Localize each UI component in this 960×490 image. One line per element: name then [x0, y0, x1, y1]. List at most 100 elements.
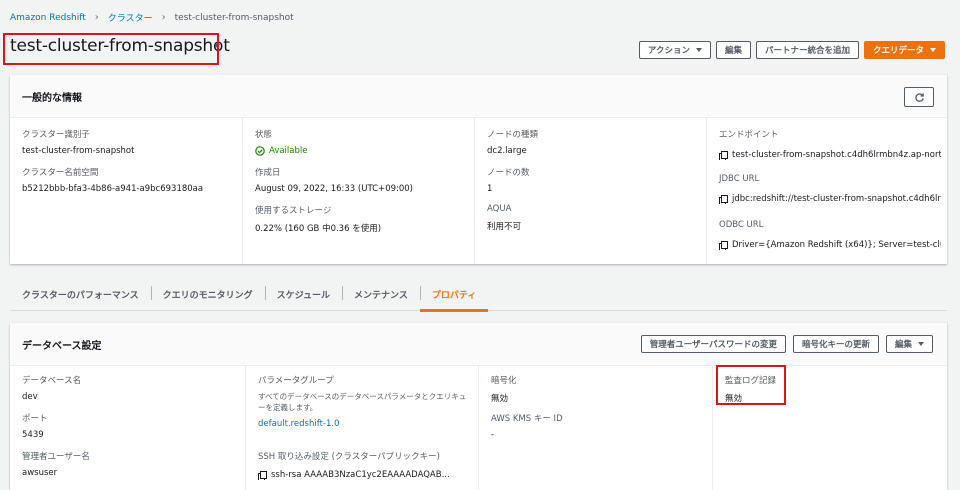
cluster-id-field: クラスター識別子 test-cluster-from-snapshot — [22, 128, 134, 156]
namespace-label: クラスター名前空間 — [22, 168, 99, 178]
database-settings-title: データベース設定 — [22, 340, 102, 352]
node-count-label: ノードの数 — [487, 168, 530, 178]
encryption-value: 無効 — [491, 394, 509, 404]
admin-user-value: awsuser — [22, 468, 58, 478]
ssh-value: ssh-rsa AAAAB3NzaC1yc2EAAAADAQAB... — [271, 470, 450, 480]
namespace-value: b5212bbb-bfa3-4b86-a941-a9bc693180aa — [22, 184, 204, 194]
namespace-field: クラスター名前空間 b5212bbb-bfa3-4b86-a941-a9bc69… — [22, 166, 203, 194]
change-admin-password-button[interactable]: 管理者ユーザーパスワードの変更 — [640, 335, 786, 353]
node-type-label: ノードの種類 — [487, 130, 539, 140]
general-col-2: 状態 Available 作成日 August 09, 2022, 16:33 … — [242, 118, 474, 264]
ssh-ingestion-field: SSH 取り込み設定 (クラスターパブリックキー) ssh-rsa AAAAB3… — [258, 450, 450, 480]
query-data-button[interactable]: クエリデータ — [863, 41, 945, 59]
db-edit-dropdown-button[interactable]: 編集 — [885, 335, 933, 353]
copy-icon[interactable] — [258, 471, 267, 480]
cluster-id-value: test-cluster-from-snapshot — [22, 146, 135, 156]
parameter-group-field: パラメータグループ すべてのデータベースのデータベースパラメータとクエリキューを… — [258, 374, 473, 429]
status-label: 状態 — [255, 130, 273, 140]
status-text: Available — [269, 146, 308, 156]
endpoint-label: エンドポイント — [719, 130, 779, 140]
encryption-field: 暗号化 無効 — [491, 374, 517, 404]
node-type-value: dc2.large — [487, 146, 527, 156]
partner-label: パートナー統合を追加 — [764, 46, 850, 56]
odbc-row: Driver={Amazon Redshift (x64)}; Server=t… — [719, 240, 941, 250]
db-edit-label: 編集 — [894, 340, 912, 350]
database-actions: 管理者ユーザーパスワードの変更 暗号化キーの更新 編集 — [640, 335, 933, 353]
audit-highlight-box — [716, 365, 786, 405]
odbc-field: ODBC URL Driver={Amazon Redshift (x64)};… — [719, 220, 941, 250]
created-value: August 09, 2022, 16:33 (UTC+09:00) — [255, 184, 414, 194]
add-partner-integration-button[interactable]: パートナー統合を追加 — [755, 41, 859, 59]
breadcrumb-current: test-cluster-from-snapshot — [174, 12, 294, 23]
odbc-value: Driver={Amazon Redshift (x64)}; Server=t… — [732, 240, 941, 250]
edit-button[interactable]: 編集 — [715, 41, 751, 59]
ssh-row: ssh-rsa AAAAB3NzaC1yc2EAAAADAQAB... — [258, 470, 450, 480]
change-password-label: 管理者ユーザーパスワードの変更 — [649, 340, 777, 350]
edit-label: 編集 — [724, 46, 742, 56]
tab-properties[interactable]: プロパティ — [419, 282, 489, 312]
kms-key-value: - — [491, 430, 495, 440]
title-highlight-box — [3, 33, 219, 65]
db-name-label: データベース名 — [22, 376, 82, 386]
endpoint-value: test-cluster-from-snapshot.c4dh6lrmbn4z.… — [732, 150, 941, 160]
created-field: 作成日 August 09, 2022, 16:33 (UTC+09:00) — [255, 166, 413, 194]
encryption-label: 暗号化 — [491, 376, 517, 386]
general-col-3: ノードの種類 dc2.large ノードの数 1 AQUA 利用不可 — [474, 118, 706, 264]
copy-icon[interactable] — [719, 195, 728, 204]
refresh-button[interactable] — [904, 87, 934, 107]
db-col-3: 暗号化 無効 AWS KMS キー ID - — [478, 366, 712, 490]
node-count-value: 1 — [487, 184, 493, 194]
db-col-1: データベース名 dev ポート 5439 管理者ユーザー名 awsuser — [10, 366, 245, 490]
actions-dropdown-button[interactable]: アクション — [638, 41, 711, 59]
jdbc-label: JDBC URL — [719, 174, 760, 184]
storage-field: 使用するストレージ 0.22% (160 GB 中0.36 を使用) — [255, 204, 381, 234]
tab-query-monitoring[interactable]: クエリのモニタリング — [150, 282, 265, 310]
storage-label: 使用するストレージ — [255, 206, 332, 216]
created-label: 作成日 — [255, 168, 281, 178]
admin-user-field: 管理者ユーザー名 awsuser — [22, 450, 90, 478]
caret-down-icon — [695, 48, 702, 52]
general-info-panel: 一般的な情報 クラスター識別子 test-cluster-from-snapsh… — [10, 75, 947, 264]
caret-down-icon — [918, 342, 924, 346]
kms-key-label: AWS KMS キー ID — [491, 414, 563, 424]
port-field: ポート 5439 — [22, 412, 48, 440]
breadcrumb-clusters-link[interactable]: クラスター — [108, 11, 153, 24]
endpoint-row: test-cluster-from-snapshot.c4dh6lrmbn4z.… — [719, 150, 941, 160]
database-settings-panel: データベース設定 管理者ユーザーパスワードの変更 暗号化キーの更新 編集 データ… — [10, 323, 947, 490]
node-type-field: ノードの種類 dc2.large — [487, 128, 538, 156]
port-value: 5439 — [22, 430, 44, 440]
chevron-right-icon: › — [161, 12, 166, 23]
cluster-id-label: クラスター識別子 — [22, 130, 90, 140]
aqua-label: AQUA — [487, 204, 512, 214]
jdbc-field: JDBC URL jdbc:redshift://test-cluster-fr… — [719, 174, 941, 204]
parameter-group-link[interactable]: default.redshift-1.0 — [258, 419, 473, 429]
general-info-title: 一般的な情報 — [22, 92, 82, 104]
check-circle-icon — [255, 146, 265, 156]
chevron-right-icon: › — [94, 12, 99, 23]
tab-maintenance[interactable]: メンテナンス — [342, 282, 420, 310]
aqua-value: 利用不可 — [487, 222, 522, 232]
general-info-header: 一般的な情報 — [10, 75, 947, 118]
jdbc-value: jdbc:redshift://test-cluster-from-snapsh… — [732, 194, 941, 204]
tab-schedule[interactable]: スケジュール — [264, 282, 342, 310]
parameter-group-label: パラメータグループ — [258, 376, 334, 386]
tab-bar: クラスターのパフォーマンス クエリのモニタリング スケジュール メンテナンス プ… — [10, 282, 947, 312]
ssh-ingestion-label: SSH 取り込み設定 (クラスターパブリックキー) — [258, 452, 440, 462]
jdbc-row: jdbc:redshift://test-cluster-from-snapsh… — [719, 194, 941, 204]
port-label: ポート — [22, 414, 48, 424]
status-field: 状態 Available — [255, 128, 307, 156]
breadcrumb-redshift-link[interactable]: Amazon Redshift — [10, 13, 86, 23]
endpoint-field: エンドポイント test-cluster-from-snapshot.c4dh6… — [719, 128, 941, 160]
copy-icon[interactable] — [719, 151, 728, 160]
header-actions: アクション 編集 パートナー統合を追加 クエリデータ — [638, 41, 945, 59]
copy-icon[interactable] — [719, 241, 728, 250]
node-count-field: ノードの数 1 — [487, 166, 530, 194]
actions-label: アクション — [647, 46, 690, 56]
rotate-encryption-key-button[interactable]: 暗号化キーの更新 — [792, 335, 879, 353]
tab-cluster-performance[interactable]: クラスターのパフォーマンス — [10, 282, 151, 310]
storage-value: 0.22% (160 GB 中0.36 を使用) — [255, 224, 382, 234]
caret-down-icon — [930, 48, 936, 52]
db-col-2: パラメータグループ すべてのデータベースのデータベースパラメータとクエリキューを… — [245, 366, 478, 490]
general-col-1: クラスター識別子 test-cluster-from-snapshot クラスタ… — [10, 118, 242, 264]
rotate-key-label: 暗号化キーの更新 — [801, 340, 870, 350]
